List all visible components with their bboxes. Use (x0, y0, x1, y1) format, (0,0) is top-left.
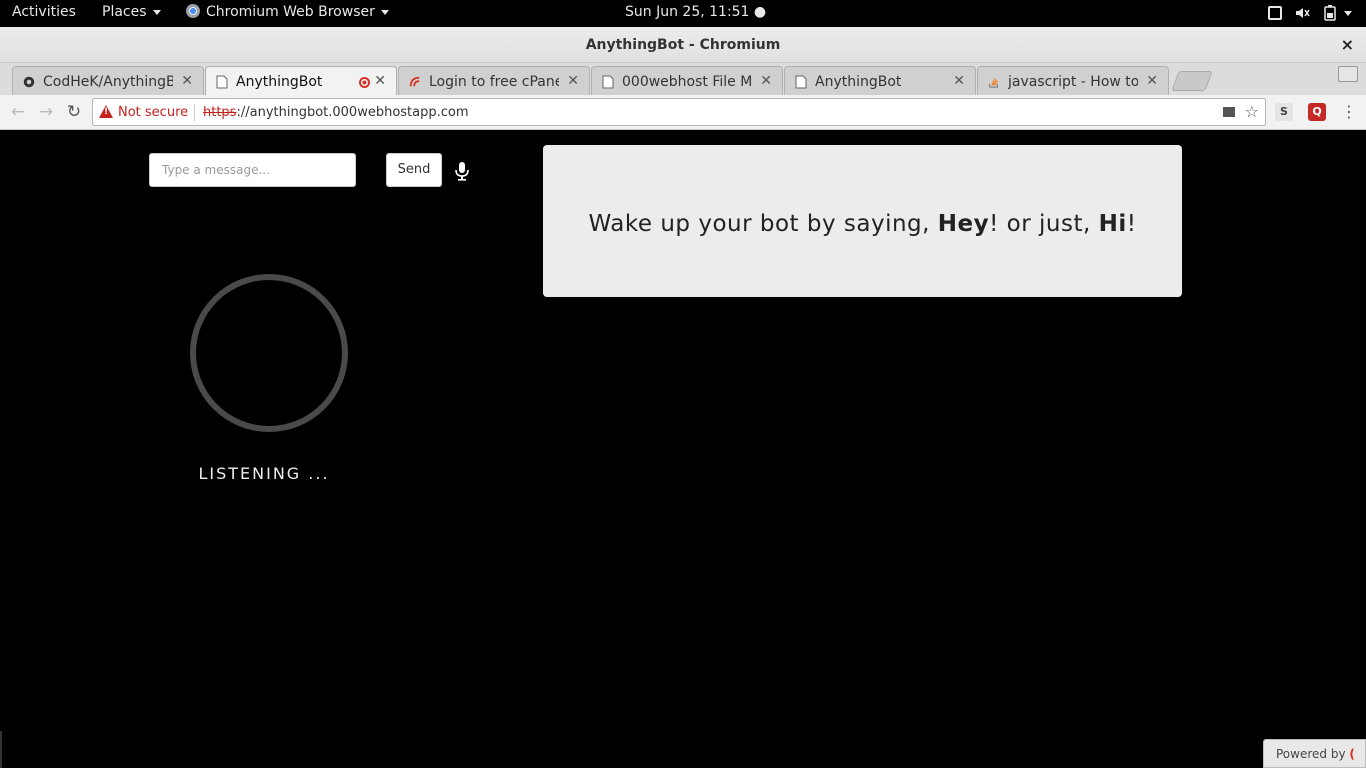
new-tab-button[interactable] (1171, 71, 1213, 91)
close-tab-icon[interactable]: ✕ (181, 73, 193, 89)
close-tab-icon[interactable]: ✕ (567, 73, 579, 89)
back-arrow-icon[interactable]: ← (8, 102, 28, 122)
000webhost-icon (409, 76, 420, 87)
tab-label: AnythingBot (236, 74, 323, 90)
listening-indicator-ring (190, 274, 348, 432)
extension-s-icon[interactable]: S (1275, 103, 1293, 121)
tab-000webhost-file-manager[interactable]: 000webhost File Ma ✕ (591, 66, 783, 95)
clock[interactable]: Sun Jun 25, 11:51 ● (625, 4, 766, 20)
chevron-down-icon (152, 9, 161, 15)
greeting-part: ! or just, (989, 211, 1099, 237)
close-tab-icon[interactable]: ✕ (374, 73, 386, 89)
forward-arrow-icon[interactable]: → (36, 102, 56, 122)
send-button[interactable]: Send (386, 153, 442, 187)
greeting-card: Wake up your bot by saying, Hey! or just… (543, 145, 1182, 297)
profile-icon[interactable] (1338, 66, 1358, 82)
reload-icon[interactable]: ↻ (64, 102, 84, 122)
listening-status: LISTENING ... (198, 464, 330, 483)
page-icon (795, 75, 807, 89)
tab-strip: CodHeK/AnythingBo ✕ AnythingBot ✕ Login … (0, 63, 1366, 96)
tab-label: 000webhost File Ma (622, 74, 752, 90)
activities-button[interactable]: Activities (12, 4, 76, 20)
recording-icon (359, 77, 370, 88)
url-text[interactable]: https://anythingbot.000webhostapp.com (203, 105, 469, 120)
url-host: ://anythingbot.000webhostapp.com (236, 105, 469, 120)
message-input[interactable]: Type a message... (149, 153, 356, 187)
powered-by-badge[interactable]: Powered by ( (1263, 739, 1366, 768)
stackoverflow-icon (989, 78, 999, 88)
system-top-bar: Activities Places Chromium Web Browser S… (0, 0, 1366, 27)
tab-anythingbot-active[interactable]: AnythingBot ✕ (205, 66, 397, 96)
chromium-icon (186, 4, 200, 18)
bookmark-star-icon[interactable]: ☆ (1245, 102, 1259, 121)
app-menu-label: Chromium Web Browser (206, 4, 375, 20)
000webhost-logo-icon: ( (1349, 747, 1355, 761)
greeting-part: ! (1126, 211, 1137, 237)
greeting-text: Wake up your bot by saying, Hey! or just… (543, 211, 1182, 237)
extension-q-icon[interactable]: Q (1308, 103, 1326, 121)
greeting-hi: Hi (1098, 211, 1127, 237)
battery-icon[interactable] (1322, 5, 1338, 21)
window-title: AnythingBot - Chromium (585, 37, 781, 53)
camera-icon[interactable] (1223, 107, 1235, 117)
clock-label: Sun Jun 25, 11:51 (625, 4, 750, 20)
chevron-down-icon (380, 9, 389, 15)
app-menu[interactable]: Chromium Web Browser (186, 4, 389, 20)
url-scheme: https (203, 105, 237, 120)
places-label: Places (102, 4, 147, 20)
github-icon (23, 76, 35, 88)
tab-label: CodHeK/AnythingBo (43, 74, 173, 90)
microphone-icon[interactable] (454, 161, 470, 181)
tab-codhek-anythingbot[interactable]: CodHeK/AnythingBo ✕ (12, 66, 204, 95)
tab-anythingbot[interactable]: AnythingBot ✕ (784, 66, 976, 95)
divider (194, 104, 195, 121)
page-content: Type a message... Send LISTENING ... Wak… (0, 131, 1366, 768)
page-icon (602, 75, 614, 89)
tab-stackoverflow-javascript[interactable]: javascript - How to ✕ (977, 66, 1169, 95)
powered-by-label: Powered by (1276, 747, 1346, 761)
edge-handle (0, 731, 2, 768)
page-icon (216, 75, 228, 89)
address-bar[interactable]: Not secure https://anythingbot.000webhos… (92, 98, 1266, 126)
window-close-button[interactable]: × (1341, 35, 1354, 54)
warning-icon[interactable] (99, 105, 113, 118)
browser-toolbar: ← → ↻ Not secure https://anythingbot.000… (0, 95, 1366, 130)
chevron-down-icon[interactable] (1344, 10, 1352, 16)
close-tab-icon[interactable]: ✕ (1146, 73, 1158, 89)
window-icon[interactable] (1268, 6, 1282, 20)
system-tray[interactable] (1268, 5, 1352, 21)
tab-label: javascript - How to (1008, 74, 1138, 90)
browser-menu-icon[interactable]: ⋮ (1341, 102, 1357, 121)
close-tab-icon[interactable]: ✕ (760, 73, 772, 89)
greeting-part: Wake up your bot by saying, (588, 211, 938, 237)
window-title-bar: AnythingBot - Chromium × (0, 27, 1366, 63)
places-menu[interactable]: Places (102, 4, 161, 20)
tab-login-cpanel[interactable]: Login to free cPanel ✕ (398, 66, 590, 95)
tab-label: AnythingBot (815, 74, 902, 90)
security-indicator[interactable]: Not secure (118, 105, 188, 120)
greeting-hey: Hey (937, 211, 990, 237)
tab-label: Login to free cPanel (429, 74, 559, 90)
volume-muted-icon[interactable] (1294, 5, 1310, 21)
close-tab-icon[interactable]: ✕ (953, 73, 965, 89)
